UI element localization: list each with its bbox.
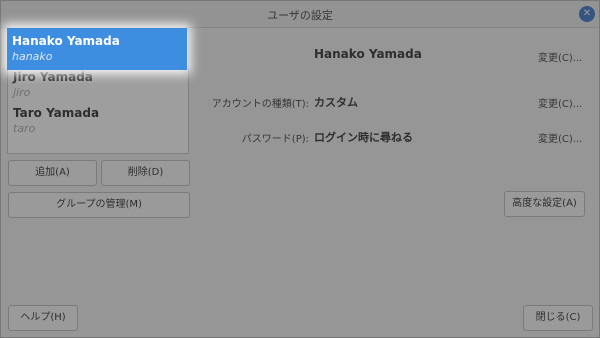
manage-groups-button[interactable]: グループの管理(M): [8, 192, 190, 218]
close-button[interactable]: 閉じる(C): [523, 305, 593, 331]
user-login: hanako: [12, 50, 53, 63]
password-label: パスワード(P):: [241, 134, 309, 145]
account-type-label: アカウントの種類(T):: [211, 99, 309, 110]
user-login: jiro: [13, 86, 31, 99]
change-name-button[interactable]: 変更(C)...: [538, 49, 582, 64]
advanced-settings-button[interactable]: 高度な設定(A): [504, 191, 585, 217]
user-name: Jiro Yamada: [13, 70, 93, 84]
add-button[interactable]: 追加(A): [8, 160, 97, 186]
user-name: Hanako Yamada: [12, 34, 120, 48]
full-name-value: Hanako Yamada: [314, 47, 422, 61]
title-bar: ユーザの設定 ✕: [1, 1, 599, 28]
delete-button[interactable]: 削除(D): [101, 160, 190, 186]
close-icon[interactable]: ✕: [579, 6, 595, 22]
password-value: ログイン時に尋ねる: [314, 131, 413, 144]
help-button[interactable]: ヘルプ(H): [8, 305, 78, 331]
window-title: ユーザの設定: [267, 9, 333, 22]
account-type-value: カスタム: [314, 96, 358, 109]
list-item-taro[interactable]: Taro Yamada taro: [8, 102, 188, 138]
list-item-hanako[interactable]: Hanako Yamada hanako: [7, 28, 187, 70]
user-name: Taro Yamada: [13, 106, 100, 120]
list-item-jiro[interactable]: Jiro Yamada jiro: [8, 66, 188, 102]
change-password-button[interactable]: 変更(C)...: [538, 130, 582, 145]
user-login: taro: [13, 122, 36, 135]
change-account-type-button[interactable]: 変更(C)...: [538, 95, 582, 110]
highlighted-user-region: Hanako Yamada hanako: [7, 28, 189, 70]
